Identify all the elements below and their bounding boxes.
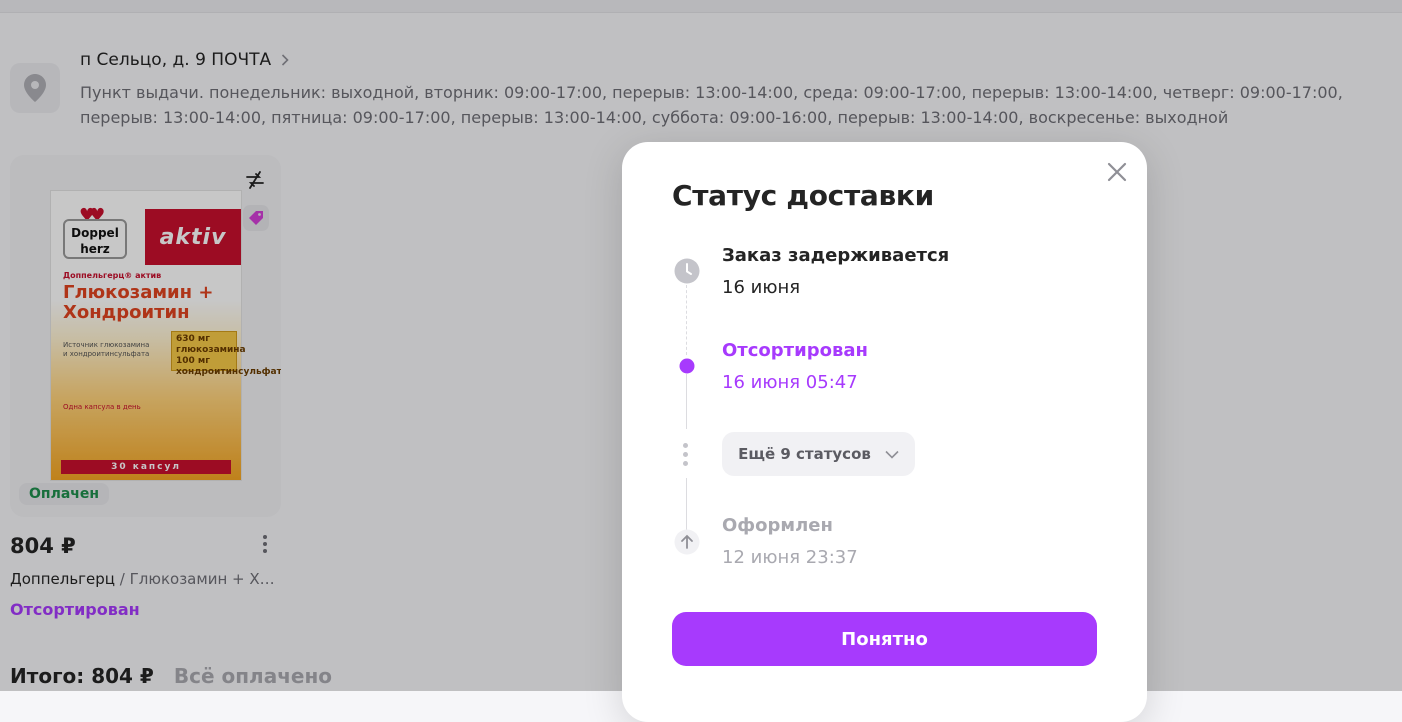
timeline-connector <box>686 285 687 355</box>
step-date: 16 июня 05:47 <box>722 372 858 393</box>
show-more-statuses-button[interactable]: Ещё 9 статусов <box>722 432 915 476</box>
more-statuses-label: Ещё 9 статусов <box>738 445 871 463</box>
collapsed-steps-dots <box>683 443 689 466</box>
step-date: 16 июня <box>722 277 801 298</box>
step-title: Заказ задерживается <box>722 245 950 266</box>
clock-icon <box>674 258 700 284</box>
modal-title: Статус доставки <box>672 179 934 212</box>
ok-button[interactable]: Понятно <box>672 612 1097 666</box>
current-step-dot-icon <box>674 353 700 379</box>
step-title: Оформлен <box>722 515 833 536</box>
arrow-up-icon <box>674 529 700 555</box>
delivery-status-modal: Статус доставки Заказ задерживается 16 и… <box>622 142 1147 722</box>
close-icon[interactable] <box>1105 160 1129 184</box>
step-date: 12 июня 23:37 <box>722 547 858 568</box>
timeline-connector <box>686 478 687 530</box>
timeline-connector <box>686 374 687 429</box>
step-title: Отсортирован <box>722 340 868 361</box>
chevron-down-icon <box>885 445 899 463</box>
